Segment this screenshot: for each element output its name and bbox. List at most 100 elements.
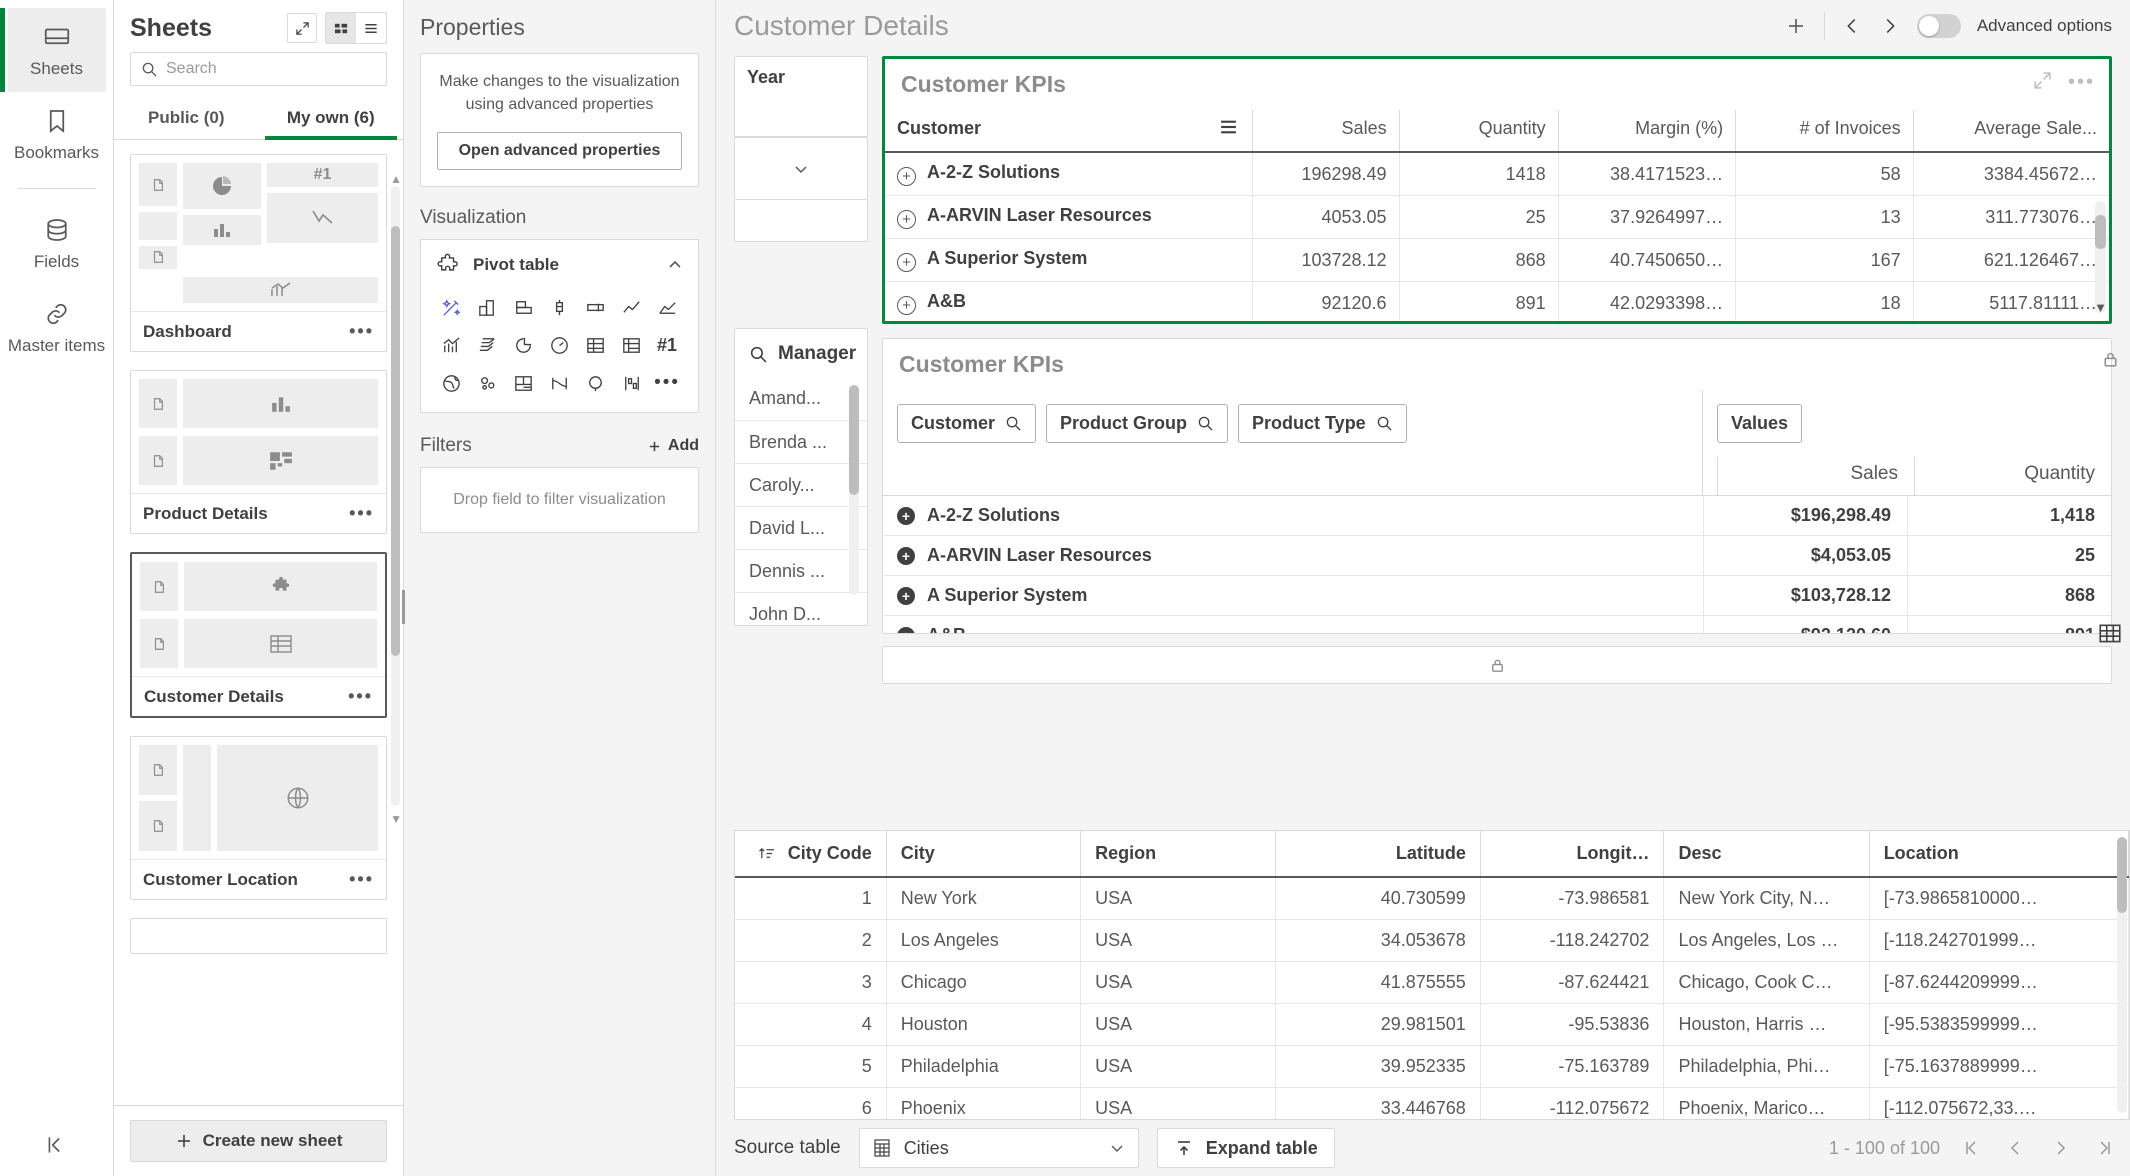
customer-kpis-table-object[interactable]: Customer KPIs ••• Customer Sales Quantit…: [882, 56, 2112, 324]
year-filter-dropdown[interactable]: [734, 138, 868, 200]
expand-table-button[interactable]: Expand table: [1156, 1128, 1335, 1168]
open-advanced-properties-button[interactable]: Open advanced properties: [437, 132, 682, 171]
collapse-icon[interactable]: [0, 1132, 114, 1158]
more-icon[interactable]: •••: [650, 366, 684, 400]
column-header-latitude[interactable]: Latitude: [1275, 831, 1481, 878]
cell-customer[interactable]: + A&B: [883, 616, 1703, 633]
auto-chart-icon[interactable]: [435, 290, 469, 324]
kpi-icon[interactable]: #1: [650, 328, 684, 362]
scroll-up-icon[interactable]: ▲: [390, 172, 402, 186]
table-row[interactable]: 4 Houston USA 29.981501 -95.53836 Housto…: [735, 1003, 2129, 1046]
chevron-up-icon[interactable]: [666, 256, 684, 274]
customer-kpis-pivot-object[interactable]: Customer KPIs Customer Product Group Pro…: [882, 338, 2112, 634]
tab-public[interactable]: Public (0): [114, 96, 259, 139]
map-icon[interactable]: [435, 366, 469, 400]
chevron-left-icon[interactable]: [1841, 15, 1863, 37]
sheet-context-menu-icon[interactable]: •••: [349, 869, 374, 890]
search-icon[interactable]: [1005, 415, 1022, 432]
column-header-location[interactable]: Location: [1869, 831, 2129, 878]
visualization-current[interactable]: Pivot table: [435, 252, 684, 288]
chevron-right-icon[interactable]: [1879, 15, 1901, 37]
first-page-icon[interactable]: [1962, 1138, 1982, 1158]
panel-resize-handle[interactable]: [399, 590, 407, 624]
sheet-context-menu-icon[interactable]: •••: [348, 686, 373, 707]
expand-row-icon[interactable]: +: [897, 626, 915, 633]
list-item[interactable]: Caroly...: [735, 463, 867, 506]
manager-scrollbar[interactable]: [849, 385, 859, 595]
measure-header-sales[interactable]: Sales: [1717, 457, 1914, 495]
combo-chart-icon[interactable]: [435, 328, 469, 362]
column-header-margin[interactable]: Margin (%): [1557, 110, 1736, 153]
column-header-quantity[interactable]: Quantity: [1398, 110, 1559, 153]
list-item[interactable]: Dennis ...: [735, 549, 867, 592]
lock-icon[interactable]: [2101, 350, 2120, 369]
sheets-scrollbar[interactable]: [391, 186, 400, 806]
table-row[interactable]: 6 Phoenix USA 33.446768 -112.075672 Phoe…: [735, 1087, 2129, 1119]
column-header-customer[interactable]: Customer: [885, 110, 1253, 153]
cell-customer[interactable]: + A-2-Z Solutions: [885, 152, 1253, 196]
pie-chart-icon[interactable]: [507, 328, 541, 362]
rail-item-bookmarks[interactable]: Bookmarks: [8, 92, 106, 176]
table-icon[interactable]: [578, 328, 612, 362]
list-item[interactable]: David L...: [735, 506, 867, 549]
table-row[interactable]: 1 New York USA 40.730599 -73.986581 New …: [735, 877, 2129, 920]
sort-ascending-icon[interactable]: [758, 846, 775, 861]
dimension-chip-product-group[interactable]: Product Group: [1046, 404, 1229, 443]
column-header-longitude[interactable]: Longit…: [1480, 831, 1665, 878]
search-box[interactable]: [130, 52, 387, 86]
dimension-chip-product-type[interactable]: Product Type: [1238, 404, 1407, 443]
bullet-chart-icon[interactable]: [578, 290, 612, 324]
cell-customer[interactable]: + A&B: [885, 281, 1253, 321]
sheet-card-customer-details[interactable]: Customer Details •••: [130, 552, 387, 718]
table-row[interactable]: 2 Los Angeles USA 34.053678 -118.242702 …: [735, 919, 2129, 962]
dimension-chip-customer[interactable]: Customer: [897, 404, 1037, 443]
cell-customer[interactable]: + A Superior System: [885, 238, 1253, 282]
grid-view-icon[interactable]: [326, 13, 356, 43]
scatter-plot-icon[interactable]: [471, 366, 505, 400]
cell-customer[interactable]: + A-2-Z Solutions: [883, 496, 1703, 535]
expand-row-icon[interactable]: +: [897, 210, 916, 229]
prev-page-icon[interactable]: [2006, 1138, 2026, 1158]
column-header-average-sale[interactable]: Average Sale...: [1912, 110, 2109, 153]
cell-customer[interactable]: + A-ARVIN Laser Resources: [885, 195, 1253, 239]
column-header-desc[interactable]: Desc: [1663, 831, 1870, 878]
table-row[interactable]: + A-2-Z Solutions $196,298.49 1,418: [883, 496, 2111, 536]
table-row[interactable]: + A-ARVIN Laser Resources 4053.05 25 37.9…: [885, 195, 2109, 239]
sheet-card-dashboard[interactable]: #1 Dashboard •••: [130, 154, 387, 352]
search-input[interactable]: [166, 60, 376, 78]
sheet-card-customer-location[interactable]: Customer Location •••: [130, 736, 387, 900]
list-view-icon[interactable]: [356, 13, 386, 43]
gauge-icon[interactable]: [543, 328, 577, 362]
manager-filter-header[interactable]: Manager: [735, 329, 867, 377]
waterfall-icon[interactable]: [614, 366, 648, 400]
grid-icon[interactable]: [2097, 621, 2123, 647]
locked-object-bar[interactable]: [882, 646, 2112, 684]
rail-item-sheets[interactable]: Sheets: [7, 8, 106, 92]
search-icon[interactable]: [1197, 415, 1214, 432]
advanced-options-toggle[interactable]: [1916, 14, 1961, 38]
column-header-region[interactable]: Region: [1080, 831, 1276, 878]
list-item[interactable]: John D...: [735, 592, 867, 625]
bar-chart-icon[interactable]: [471, 290, 505, 324]
table-row[interactable]: + A&B 92120.6 891 42.0293398… 18 5117.811…: [885, 281, 2109, 321]
fullscreen-icon[interactable]: [2033, 71, 2052, 94]
line-chart-icon[interactable]: [614, 290, 648, 324]
list-item[interactable]: Amand...: [735, 377, 867, 420]
values-chip[interactable]: Values: [1717, 404, 1803, 443]
sheet-context-menu-icon[interactable]: •••: [349, 503, 374, 524]
filter-dropzone[interactable]: Drop field to filter visualization: [420, 467, 699, 534]
table-row[interactable]: 3 Chicago USA 41.875555 -87.624421 Chica…: [735, 961, 2129, 1004]
measure-header-quantity[interactable]: Quantity: [1914, 457, 2111, 495]
search-icon[interactable]: [1376, 415, 1393, 432]
area-chart-icon[interactable]: [650, 290, 684, 324]
bar-chart-horizontal-icon[interactable]: [507, 290, 541, 324]
plus-icon[interactable]: [1784, 14, 1808, 38]
table-row[interactable]: + A-ARVIN Laser Resources $4,053.05 25: [883, 536, 2111, 576]
table-row[interactable]: 5 Philadelphia USA 39.952335 -75.163789 …: [735, 1045, 2129, 1088]
tab-my-own[interactable]: My own (6): [259, 96, 404, 140]
column-header-city[interactable]: City: [886, 831, 1082, 878]
scroll-down-icon[interactable]: ▼: [390, 812, 402, 826]
treemap-icon[interactable]: [507, 366, 541, 400]
table-row[interactable]: + A Superior System 103728.12 868 40.7450…: [885, 238, 2109, 282]
sankey-icon[interactable]: [543, 366, 577, 400]
